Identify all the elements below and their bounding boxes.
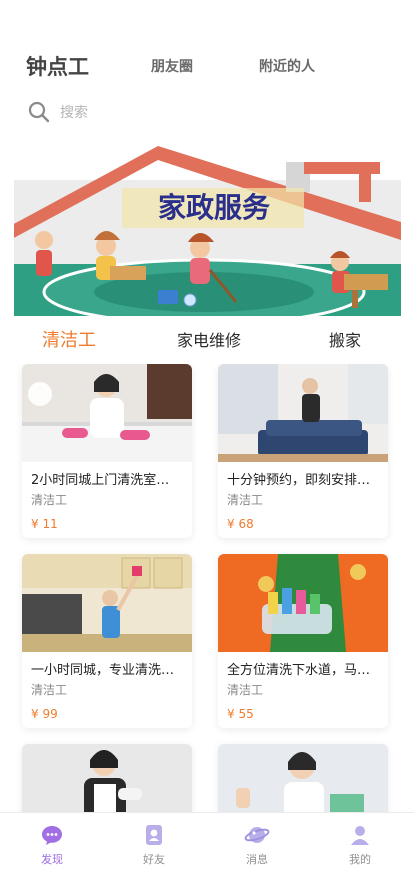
listing-category: 清洁工 [31, 683, 68, 697]
listing-title: 十分钟预约，即刻安排… [227, 473, 371, 488]
tab-messages[interactable]: 消息 [222, 823, 292, 867]
discover-icon [42, 826, 62, 845]
listing-image [218, 744, 388, 814]
listing-image [218, 554, 388, 652]
search-icon [28, 101, 50, 123]
housekeeping-banner[interactable]: 家政服务 [14, 140, 401, 316]
category-tab-cleaner[interactable]: 清洁工 [42, 326, 96, 356]
listing-image [22, 364, 192, 462]
listing-category: 清洁工 [227, 683, 264, 697]
bottom-tab-bar: 发现 好友 消息 我的 [0, 812, 414, 896]
search-placeholder[interactable]: 搜索 [60, 100, 88, 126]
listing-price: ¥ 68 [227, 517, 254, 531]
person-icon [351, 826, 369, 845]
tab-friends[interactable]: 好友 [119, 823, 189, 867]
search-bar[interactable]: 搜索 [28, 100, 388, 126]
tab-discover[interactable]: 发现 [17, 823, 87, 867]
tab-label: 我的 [349, 853, 371, 866]
listing-price: ¥ 55 [227, 707, 254, 721]
banner-illustration: 家政服务 [14, 140, 401, 316]
category-tabs: 清洁工 家电维修 搬家 [0, 326, 414, 358]
listing-card[interactable]: 全方位清洗下水道，马… 清洁工 ¥ 55 [218, 554, 388, 728]
tab-nearby-people[interactable]: 附近的人 [259, 50, 315, 84]
listing-grid: 2小时同城上门清洗室… 清洁工 ¥ 11 十分钟预约，即刻安排… 清洁工 ¥ 6… [0, 364, 414, 814]
tab-me[interactable]: 我的 [325, 823, 395, 867]
listing-image [22, 744, 192, 814]
listing-image [218, 364, 388, 462]
listing-card[interactable]: 2小时同城上门清洗室… 清洁工 ¥ 11 [22, 364, 192, 538]
listing-title: 一小时同城，专业清洗… [31, 663, 175, 678]
tab-moments[interactable]: 朋友圈 [151, 50, 193, 84]
listing-category: 清洁工 [227, 493, 264, 507]
listing-price: ¥ 11 [31, 517, 58, 531]
category-tab-appliance-repair[interactable]: 家电维修 [177, 326, 241, 356]
tab-label: 消息 [246, 853, 268, 866]
banner-title: 家政服务 [158, 191, 270, 224]
listing-card[interactable] [218, 744, 388, 814]
friends-icon [146, 825, 162, 845]
tab-hourly-worker[interactable]: 钟点工 [26, 50, 89, 84]
tab-label: 发现 [41, 853, 63, 866]
top-tab-bar: 钟点工 朋友圈 附近的人 [0, 50, 414, 84]
tab-label: 好友 [143, 853, 165, 866]
listing-price: ¥ 99 [31, 707, 58, 721]
listing-title: 2小时同城上门清洗室… [31, 473, 170, 488]
listing-title: 全方位清洗下水道，马… [227, 663, 371, 678]
listing-card[interactable]: 十分钟预约，即刻安排… 清洁工 ¥ 68 [218, 364, 388, 538]
planet-icon [244, 827, 270, 843]
category-tab-moving[interactable]: 搬家 [329, 326, 361, 356]
listing-category: 清洁工 [31, 493, 68, 507]
listing-card[interactable] [22, 744, 192, 814]
listing-image [22, 554, 192, 652]
listing-card[interactable]: 一小时同城，专业清洗… 清洁工 ¥ 99 [22, 554, 192, 728]
